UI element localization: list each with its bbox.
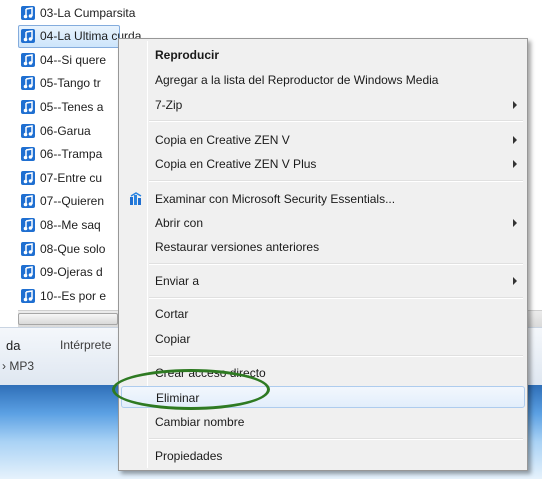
music-note-icon (20, 170, 36, 186)
menu-item-scan-mse[interactable]: Examinar con Microsoft Security Essentia… (121, 188, 525, 210)
menu-item-add-to-wmp[interactable]: Agregar a la lista del Reproductor de Wi… (121, 69, 525, 91)
menu-label: Propiedades (155, 449, 223, 463)
menu-label: Copia en Creative ZEN V (155, 133, 290, 147)
music-note-icon (20, 28, 36, 44)
menu-item-properties[interactable]: Propiedades (121, 445, 525, 467)
menu-separator (149, 355, 523, 357)
music-note-icon (20, 288, 36, 304)
music-note-icon (20, 99, 36, 115)
file-row[interactable]: 03-La Cumparsita (18, 2, 538, 24)
menu-label: 7-Zip (155, 98, 183, 112)
menu-label: Reproducir (155, 48, 220, 62)
menu-separator (149, 438, 523, 440)
menu-item-7zip[interactable]: 7-Zip (121, 94, 525, 116)
menu-item-restore-versions[interactable]: Restaurar versiones anteriores (121, 236, 525, 258)
music-note-icon (20, 241, 36, 257)
file-name: 04--Si quere (40, 53, 107, 67)
file-name: 06--Trampa (40, 147, 103, 161)
menu-separator (149, 263, 523, 265)
scrollbar-thumb[interactable] (18, 313, 118, 325)
file-name: 05-Tango tr (40, 76, 101, 90)
chevron-right-icon (513, 277, 517, 285)
music-note-icon (20, 264, 36, 280)
menu-item-cut[interactable]: Cortar (121, 303, 525, 325)
menu-separator (149, 180, 523, 182)
music-note-icon (20, 123, 36, 139)
menu-label: Copia en Creative ZEN V Plus (155, 157, 317, 171)
music-note-icon (20, 217, 36, 233)
menu-label: Restaurar versiones anteriores (155, 240, 320, 254)
music-note-icon (20, 52, 36, 68)
menu-item-copy[interactable]: Copiar (121, 328, 525, 350)
file-name: 07-Entre cu (40, 171, 103, 185)
chevron-right-icon (513, 160, 517, 168)
menu-label: Crear acceso directo (155, 366, 266, 380)
music-note-icon (20, 193, 36, 209)
music-note-icon (20, 75, 36, 91)
file-name: 05--Tenes a (40, 100, 104, 114)
menu-item-delete[interactable]: Eliminar (121, 386, 525, 408)
file-name: 10--Es por e (40, 289, 107, 303)
security-shield-icon (129, 192, 143, 206)
menu-item-copy-zen-v-plus[interactable]: Copia en Creative ZEN V Plus (121, 153, 525, 175)
menu-separator (149, 120, 523, 122)
menu-item-send-to[interactable]: Enviar a (121, 270, 525, 292)
file-name: 07--Quieren (40, 194, 105, 208)
file-name: 03-La Cumparsita (40, 6, 136, 20)
music-note-icon (20, 5, 36, 21)
menu-item-rename[interactable]: Cambiar nombre (121, 411, 525, 433)
details-type: › MP3 (2, 359, 35, 373)
music-note-icon (20, 146, 36, 162)
menu-label: Examinar con Microsoft Security Essentia… (155, 192, 396, 206)
menu-label: Cambiar nombre (155, 415, 245, 429)
menu-label: Copiar (155, 332, 191, 346)
menu-item-open-with[interactable]: Abrir con (121, 212, 525, 234)
details-artist-label: Intérprete (60, 338, 112, 352)
menu-label: Eliminar (156, 391, 200, 405)
menu-label: Cortar (155, 307, 189, 321)
menu-separator (149, 297, 523, 299)
file-name: 09-Ojeras d (40, 265, 103, 279)
menu-label: Abrir con (155, 216, 204, 230)
file-name: 06-Garua (40, 124, 91, 138)
chevron-right-icon (513, 219, 517, 227)
chevron-right-icon (513, 101, 517, 109)
menu-item-create-shortcut[interactable]: Crear acceso directo (121, 362, 525, 384)
file-name: 08-Que solo (40, 242, 106, 256)
file-name: 08--Me saq (40, 218, 101, 232)
chevron-right-icon (513, 136, 517, 144)
menu-item-play[interactable]: Reproducir (121, 44, 525, 66)
menu-item-copy-zen-v[interactable]: Copia en Creative ZEN V (121, 129, 525, 151)
context-menu: Reproducir Agregar a la lista del Reprod… (118, 38, 528, 471)
details-title: da (6, 338, 21, 353)
menu-label: Enviar a (155, 274, 200, 288)
menu-label: Agregar a la lista del Reproductor de Wi… (155, 73, 439, 87)
